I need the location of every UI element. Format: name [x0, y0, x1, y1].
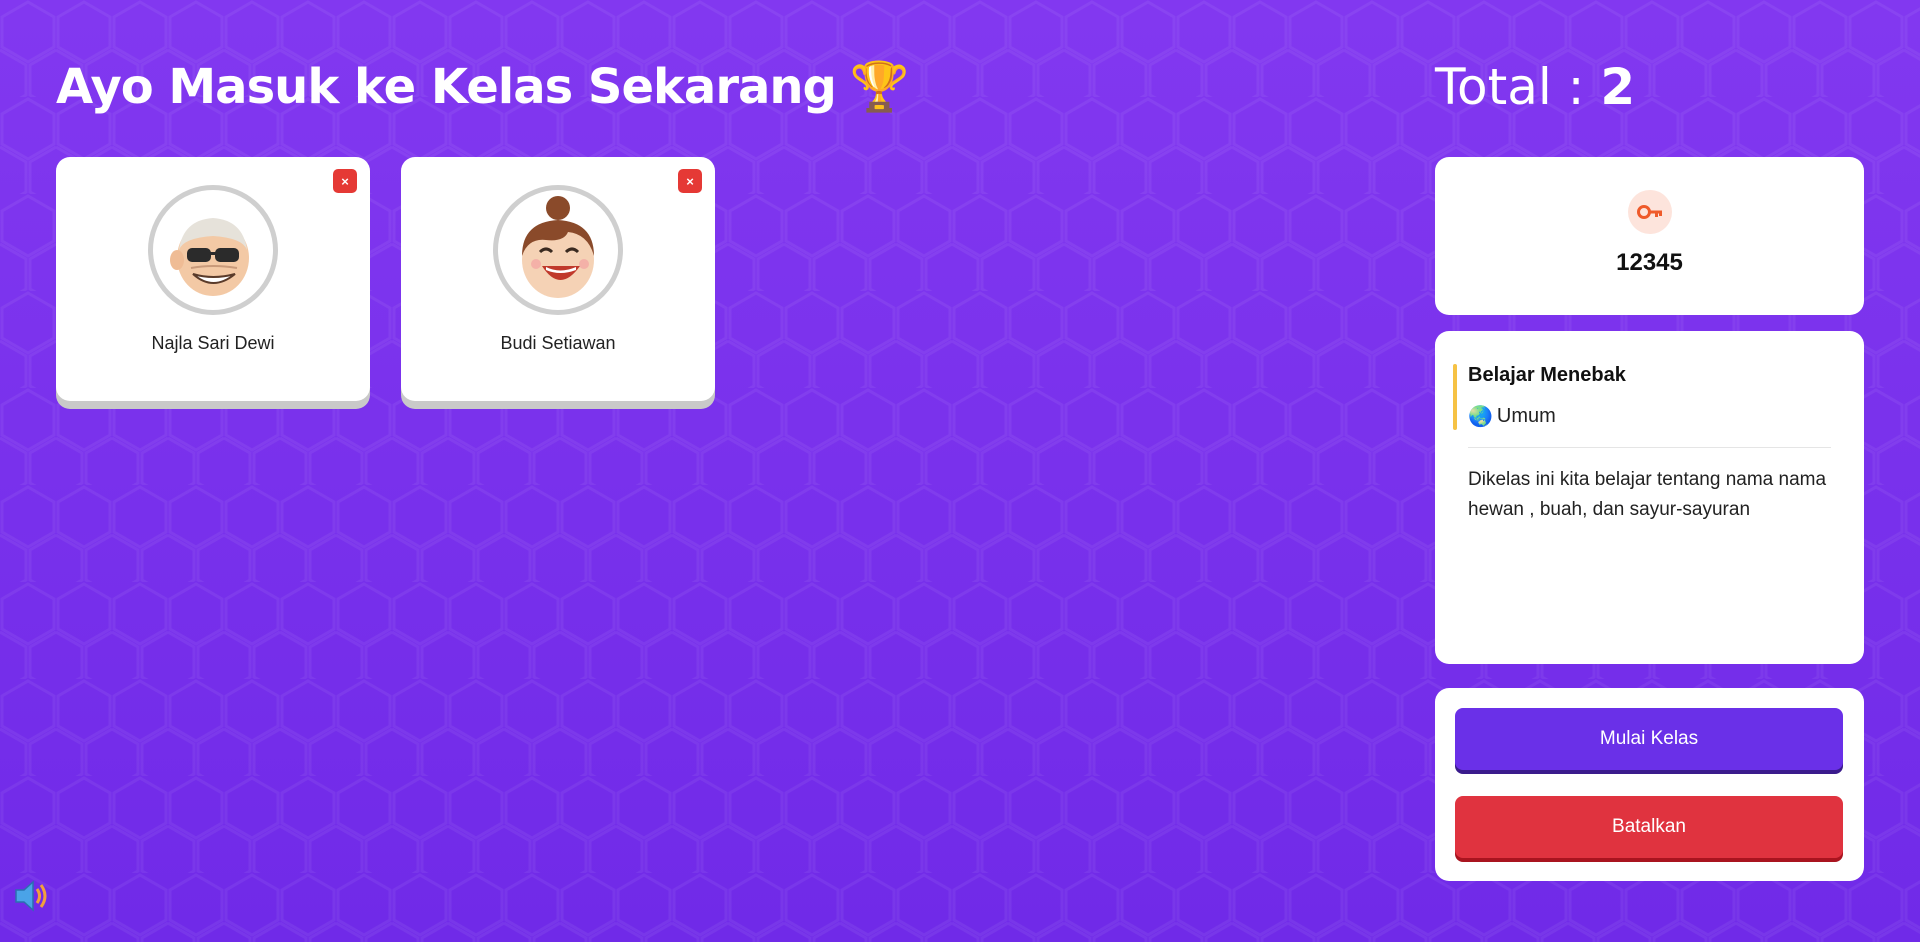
start-class-button[interactable]: Mulai Kelas	[1455, 708, 1843, 770]
globe-icon: 🌏	[1468, 406, 1493, 428]
participant-card: × Najla Sari Dewi	[56, 157, 370, 401]
cancel-button[interactable]: Batalkan	[1455, 796, 1843, 858]
room-code: 12345	[1616, 249, 1683, 276]
speaker-icon[interactable]	[12, 876, 52, 916]
trophy-icon: 🏆	[849, 59, 910, 115]
class-description: Dikelas ini kita belajar tentang nama na…	[1468, 469, 1827, 520]
page-title-text: Ayo Masuk ke Kelas Sekarang	[56, 58, 837, 115]
total-count: 2	[1600, 58, 1636, 116]
participant-total: Total : 2	[1435, 58, 1635, 116]
participant-name: Budi Setiawan	[500, 333, 616, 353]
key-icon	[1627, 190, 1672, 234]
class-info-panel: Belajar Menebak 🌏 Umum Dikelas ini kita …	[1435, 331, 1864, 664]
participant-name: Najla Sari Dewi	[151, 333, 275, 353]
actions-panel: Mulai Kelas Batalkan	[1435, 688, 1864, 881]
remove-participant-button[interactable]: ×	[333, 169, 357, 193]
divider	[1468, 447, 1831, 448]
class-title: Belajar Menebak	[1468, 364, 1626, 386]
accent-bar	[1453, 364, 1457, 430]
avatar-cool-grandpa-sunglasses	[148, 185, 278, 315]
participant-card: × Budi Setiawan	[401, 157, 715, 401]
page-title: Ayo Masuk ke Kelas Sekarang 🏆	[56, 58, 910, 116]
lobby-page: Ayo Masuk ke Kelas Sekarang 🏆 Total : 2 …	[0, 0, 1920, 942]
room-code-panel: 12345	[1435, 157, 1864, 315]
class-category: 🌏 Umum	[1468, 404, 1556, 429]
remove-participant-button[interactable]: ×	[678, 169, 702, 193]
avatar-laughing-woman-bun	[493, 185, 623, 315]
class-category-label: Umum	[1496, 405, 1556, 427]
total-label: Total :	[1435, 58, 1585, 116]
